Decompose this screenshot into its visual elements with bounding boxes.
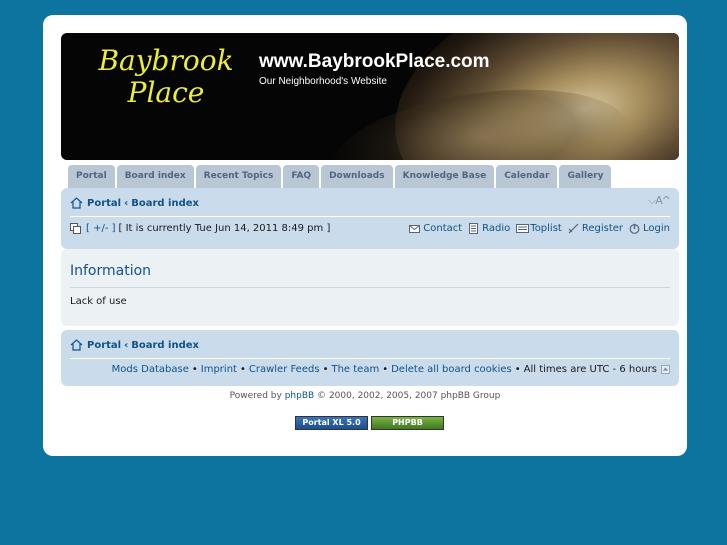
tab-downloads[interactable]: Downloads	[321, 165, 393, 188]
site-title: www.BaybrookPlace.com	[259, 51, 490, 72]
envelope-icon	[409, 225, 421, 233]
power-icon	[629, 223, 640, 234]
back-to-top-icon[interactable]	[661, 365, 670, 374]
main-tabs: Portal Board index Recent Topics FAQ Dow…	[68, 165, 613, 188]
home-icon	[70, 197, 83, 209]
crumb-separator: ‹	[124, 197, 129, 209]
tab-portal[interactable]: Portal	[68, 165, 115, 188]
content-divider	[70, 287, 670, 288]
tab-faq[interactable]: FAQ	[283, 165, 320, 188]
footer-crumb-board-link[interactable]: Board index	[131, 340, 199, 351]
bullet-separator: •	[239, 364, 246, 375]
login-link[interactable]: Login	[643, 223, 670, 234]
tab-recent-topics[interactable]: Recent Topics	[195, 165, 282, 188]
footer-crumb-separator: ‹	[124, 339, 129, 351]
header-banner: Baybrook Place www.BaybrookPlace.com Our…	[61, 33, 679, 160]
navbar-info-row: [ +/- ] [ It is currently Tue Jun 14, 20…	[70, 223, 670, 234]
crumb-portal-link[interactable]: Portal	[87, 198, 121, 209]
navbar-divider	[70, 216, 670, 217]
tab-board-index[interactable]: Board index	[116, 165, 194, 188]
phpbb-link[interactable]: phpBB	[285, 391, 314, 401]
toggle-link[interactable]: [ +/- ]	[86, 223, 116, 234]
footer-badges: Portal XL 5.0 PHPBB SEO.COM	[295, 416, 447, 439]
home-icon	[70, 339, 83, 351]
breadcrumb: Portal ‹ Board index	[70, 197, 199, 209]
powered-prefix: Powered by	[229, 391, 282, 401]
toplist-icon	[516, 224, 530, 233]
portal-xl-badge[interactable]: Portal XL 5.0	[295, 416, 368, 430]
font-size-control[interactable]: ⌵A^	[648, 194, 671, 208]
site-logo[interactable]: Baybrook Place	[81, 45, 251, 109]
bullet-separator: •	[382, 364, 389, 375]
team-link[interactable]: The team	[331, 364, 379, 375]
footer-crumb-portal-link[interactable]: Portal	[87, 340, 121, 351]
logo-line-2: Place	[127, 76, 205, 109]
powered-suffix: © 2000, 2002, 2005, 2007 phpBB Group	[317, 391, 501, 401]
mods-database-link[interactable]: Mods Database	[112, 364, 189, 375]
crawler-feeds-link[interactable]: Crawler Feeds	[249, 364, 320, 375]
footer-navbar: Portal ‹ Board index Mods Database • Imp…	[61, 330, 679, 386]
toplist-link[interactable]: Toplist	[530, 223, 562, 234]
footer-breadcrumb: Portal ‹ Board index	[70, 339, 199, 351]
radio-icon	[469, 223, 479, 234]
register-link[interactable]: Register	[582, 223, 623, 234]
copyright-line: Powered by phpBB © 2000, 2002, 2005, 200…	[43, 391, 687, 401]
navbar: Portal ‹ Board index ⌵A^ [ +/- ] [ It is…	[61, 188, 679, 249]
bullet-separator: •	[514, 364, 521, 375]
information-box: Information Lack of use	[61, 249, 679, 326]
tab-knowledge-base[interactable]: Knowledge Base	[394, 165, 495, 188]
register-icon	[568, 223, 579, 234]
current-time: [ It is currently Tue Jun 14, 2011 8:49 …	[118, 223, 331, 234]
imprint-link[interactable]: Imprint	[201, 364, 237, 375]
bullet-separator: •	[191, 364, 198, 375]
footer-links: Mods Database • Imprint • Crawler Feeds …	[112, 364, 670, 375]
bullet-separator: •	[322, 364, 329, 375]
crumb-board-link[interactable]: Board index	[131, 198, 199, 209]
toggle-icon[interactable]	[70, 223, 81, 234]
logo-line-1: Baybrook	[98, 44, 234, 77]
delete-cookies-link[interactable]: Delete all board cookies	[391, 364, 512, 375]
page-wrapper: Baybrook Place www.BaybrookPlace.com Our…	[43, 15, 687, 456]
footer-divider	[70, 358, 670, 359]
tab-gallery[interactable]: Gallery	[559, 165, 612, 188]
site-description: Our Neighborhood's Website	[259, 76, 387, 87]
radio-link[interactable]: Radio	[482, 223, 510, 234]
information-heading: Information	[70, 263, 152, 279]
information-message: Lack of use	[70, 296, 127, 307]
phpbb-seo-badge[interactable]: PHPBB SEO.COM	[371, 416, 444, 439]
tab-calendar[interactable]: Calendar	[496, 165, 558, 188]
timezone-text: All times are UTC - 6 hours	[523, 364, 657, 375]
contact-link[interactable]: Contact	[423, 223, 462, 234]
